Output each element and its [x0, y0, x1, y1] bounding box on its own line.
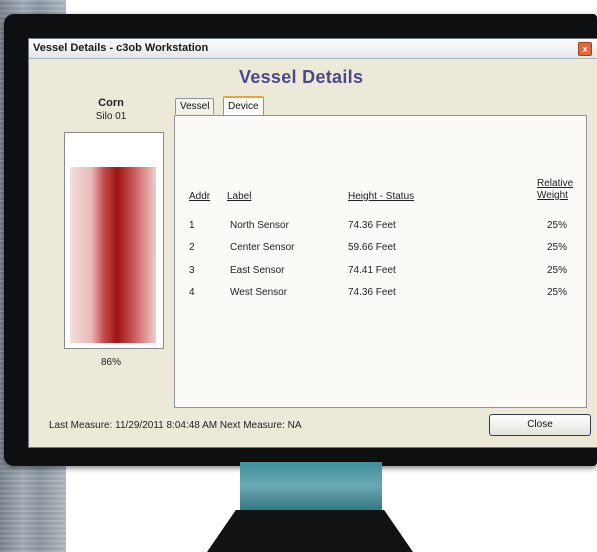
row-1-addr: 1: [189, 220, 195, 231]
header-weight: Weight: [537, 190, 568, 201]
row-2-weight: 25%: [547, 242, 568, 253]
tab-vessel[interactable]: Vessel: [175, 98, 215, 114]
monitor-stand-base: [207, 510, 413, 552]
row-3-label: East Sensor: [230, 265, 285, 276]
window-title: Vessel Details - c3ob Workstation: [33, 42, 209, 54]
row-1-weight: 25%: [547, 220, 568, 231]
silo-level-fill: [70, 167, 156, 343]
row-4-label: West Sensor: [230, 287, 288, 298]
row-1-height: 74.36 Feet: [348, 220, 396, 231]
silo-level-gauge: [64, 132, 164, 349]
close-button[interactable]: Close: [489, 414, 591, 436]
row-2-addr: 2: [189, 242, 195, 253]
silo-level-percent: 86%: [100, 357, 121, 368]
row-4-weight: 25%: [547, 287, 568, 298]
row-1-label: North Sensor: [230, 220, 289, 231]
title-bar[interactable]: Vessel Details - c3ob Workstation x: [29, 39, 597, 59]
monitor-stand-neck: [240, 462, 382, 514]
row-2-height: 59.66 Feet: [348, 242, 396, 253]
device-panel: Addr Label Height - Status Relative Weig…: [174, 115, 587, 408]
header-label: Label: [227, 191, 252, 202]
row-2-label: Center Sensor: [230, 242, 295, 253]
row-3-addr: 3: [189, 265, 195, 276]
row-3-weight: 25%: [547, 265, 568, 276]
row-4-addr: 4: [189, 287, 195, 298]
header-relative: Relative: [537, 178, 574, 189]
vessel-details-window: Vessel Details - c3ob Workstation x Vess…: [28, 38, 597, 448]
silo-product-name: Corn: [98, 97, 124, 109]
close-icon[interactable]: x: [578, 42, 592, 56]
row-4-height: 74.36 Feet: [348, 287, 396, 298]
header-height-status: Height - Status: [348, 191, 415, 202]
row-3-height: 74.41 Feet: [348, 265, 396, 276]
header-addr: Addr: [189, 191, 211, 202]
tab-device[interactable]: Device: [223, 96, 264, 116]
silo-id: Silo 01: [95, 111, 127, 122]
measure-status: Last Measure: 11/29/2011 8:04:48 AM Next…: [49, 420, 302, 431]
page-title: Vessel Details: [239, 67, 364, 87]
